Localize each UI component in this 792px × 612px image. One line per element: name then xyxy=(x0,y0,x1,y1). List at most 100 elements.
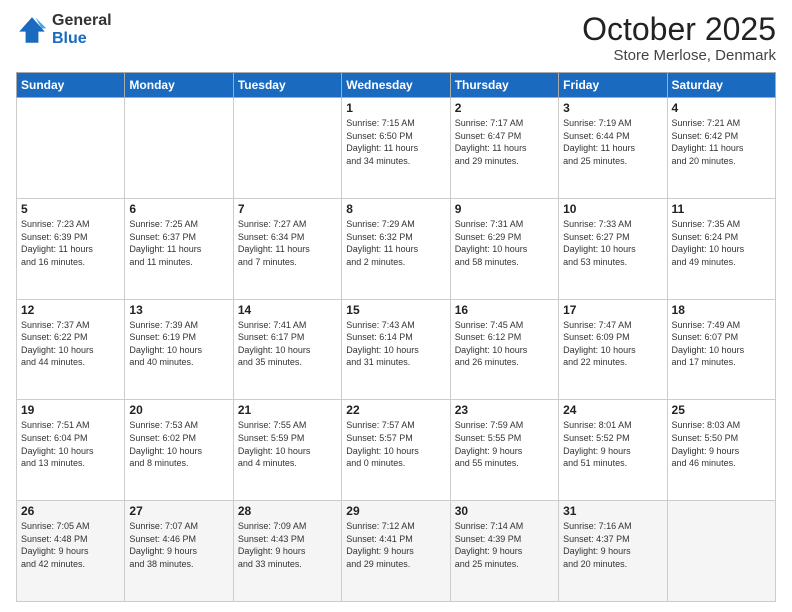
header-monday: Monday xyxy=(125,73,233,98)
day-info: Sunrise: 7:53 AM Sunset: 6:02 PM Dayligh… xyxy=(129,419,228,469)
day-info: Sunrise: 7:39 AM Sunset: 6:19 PM Dayligh… xyxy=(129,319,228,369)
calendar-cell-4-3: 29 Sunrise: 7:12 AM Sunset: 4:41 PM Dayli… xyxy=(342,501,450,602)
header-thursday: Thursday xyxy=(450,73,558,98)
calendar-cell-2-6: 18 Sunrise: 7:49 AM Sunset: 6:07 PM Dayli… xyxy=(667,299,775,400)
day-info: Sunrise: 7:49 AM Sunset: 6:07 PM Dayligh… xyxy=(672,319,771,369)
calendar-cell-1-5: 10 Sunrise: 7:33 AM Sunset: 6:27 PM Dayli… xyxy=(559,198,667,299)
calendar-cell-2-1: 13 Sunrise: 7:39 AM Sunset: 6:19 PM Dayli… xyxy=(125,299,233,400)
day-number: 21 xyxy=(238,403,337,417)
header-friday: Friday xyxy=(559,73,667,98)
calendar-cell-2-4: 16Sunrise: 7:45 AM Sunset: 6:12 PM Dayli… xyxy=(450,299,558,400)
day-info: Sunrise: 7:41 AM Sunset: 6:17 PM Dayligh… xyxy=(238,319,337,369)
calendar-table: Sunday Monday Tuesday Wednesday Thursday… xyxy=(16,72,776,602)
logo: General Blue xyxy=(16,12,112,47)
day-info: Sunrise: 7:23 AM Sunset: 6:39 PM Dayligh… xyxy=(21,218,120,268)
calendar-cell-3-0: 19 Sunrise: 7:51 AM Sunset: 6:04 PM Dayli… xyxy=(17,400,125,501)
day-info: Sunrise: 7:16 AM Sunset: 4:37 PM Dayligh… xyxy=(563,520,662,570)
calendar-cell-3-2: 21 Sunrise: 7:55 AM Sunset: 5:59 PM Dayli… xyxy=(233,400,341,501)
day-number: 17 xyxy=(563,303,662,317)
day-number: 25 xyxy=(672,403,771,417)
day-number: 18 xyxy=(672,303,771,317)
day-number: 7 xyxy=(238,202,337,216)
day-info: Sunrise: 7:29 AM Sunset: 6:32 PM Dayligh… xyxy=(346,218,445,268)
day-number: 28 xyxy=(238,504,337,518)
day-number: 6 xyxy=(129,202,228,216)
calendar-cell-3-4: 23Sunrise: 7:59 AM Sunset: 5:55 PM Dayli… xyxy=(450,400,558,501)
title-location: Store Merlose, Denmark xyxy=(582,47,776,64)
logo-blue: Blue xyxy=(52,30,112,48)
calendar-cell-4-4: 30Sunrise: 7:14 AM Sunset: 4:39 PM Dayli… xyxy=(450,501,558,602)
day-info: Sunrise: 7:07 AM Sunset: 4:46 PM Dayligh… xyxy=(129,520,228,570)
calendar-cell-2-5: 17Sunrise: 7:47 AM Sunset: 6:09 PM Dayli… xyxy=(559,299,667,400)
calendar-cell-0-5: 3 Sunrise: 7:19 AM Sunset: 6:44 PM Daylig… xyxy=(559,98,667,199)
day-number: 15 xyxy=(346,303,445,317)
day-number: 27 xyxy=(129,504,228,518)
calendar-cell-0-3: 1Sunrise: 7:15 AM Sunset: 6:50 PM Daylig… xyxy=(342,98,450,199)
calendar-cell-3-5: 24 Sunrise: 8:01 AM Sunset: 5:52 PM Dayli… xyxy=(559,400,667,501)
day-number: 24 xyxy=(563,403,662,417)
calendar-cell-1-2: 7 Sunrise: 7:27 AM Sunset: 6:34 PM Daylig… xyxy=(233,198,341,299)
day-info: Sunrise: 7:05 AM Sunset: 4:48 PM Dayligh… xyxy=(21,520,120,570)
calendar-cell-0-1 xyxy=(125,98,233,199)
header-sunday: Sunday xyxy=(17,73,125,98)
calendar-cell-3-6: 25Sunrise: 8:03 AM Sunset: 5:50 PM Dayli… xyxy=(667,400,775,501)
day-info: Sunrise: 8:01 AM Sunset: 5:52 PM Dayligh… xyxy=(563,419,662,469)
day-info: Sunrise: 7:25 AM Sunset: 6:37 PM Dayligh… xyxy=(129,218,228,268)
day-number: 12 xyxy=(21,303,120,317)
day-info: Sunrise: 7:33 AM Sunset: 6:27 PM Dayligh… xyxy=(563,218,662,268)
day-number: 8 xyxy=(346,202,445,216)
calendar-cell-1-6: 11Sunrise: 7:35 AM Sunset: 6:24 PM Dayli… xyxy=(667,198,775,299)
day-number: 11 xyxy=(672,202,771,216)
calendar-week-2: 12 Sunrise: 7:37 AM Sunset: 6:22 PM Dayli… xyxy=(17,299,776,400)
logo-icon xyxy=(16,14,48,46)
day-number: 5 xyxy=(21,202,120,216)
calendar-week-0: 1Sunrise: 7:15 AM Sunset: 6:50 PM Daylig… xyxy=(17,98,776,199)
day-number: 19 xyxy=(21,403,120,417)
header-tuesday: Tuesday xyxy=(233,73,341,98)
day-info: Sunrise: 7:51 AM Sunset: 6:04 PM Dayligh… xyxy=(21,419,120,469)
calendar-cell-3-3: 22 Sunrise: 7:57 AM Sunset: 5:57 PM Dayli… xyxy=(342,400,450,501)
day-number: 4 xyxy=(672,101,771,115)
day-number: 22 xyxy=(346,403,445,417)
calendar-cell-4-1: 27 Sunrise: 7:07 AM Sunset: 4:46 PM Dayli… xyxy=(125,501,233,602)
page: General Blue October 2025 Store Merlose,… xyxy=(0,0,792,612)
calendar-week-1: 5 Sunrise: 7:23 AM Sunset: 6:39 PM Daylig… xyxy=(17,198,776,299)
day-info: Sunrise: 7:21 AM Sunset: 6:42 PM Dayligh… xyxy=(672,117,771,167)
day-number: 10 xyxy=(563,202,662,216)
calendar-cell-4-0: 26 Sunrise: 7:05 AM Sunset: 4:48 PM Dayli… xyxy=(17,501,125,602)
day-number: 29 xyxy=(346,504,445,518)
day-info: Sunrise: 7:12 AM Sunset: 4:41 PM Dayligh… xyxy=(346,520,445,570)
title-block: October 2025 Store Merlose, Denmark xyxy=(582,12,776,64)
calendar-cell-4-6 xyxy=(667,501,775,602)
day-info: Sunrise: 7:57 AM Sunset: 5:57 PM Dayligh… xyxy=(346,419,445,469)
day-number: 13 xyxy=(129,303,228,317)
day-number: 30 xyxy=(455,504,554,518)
day-number: 31 xyxy=(563,504,662,518)
calendar-cell-3-1: 20 Sunrise: 7:53 AM Sunset: 6:02 PM Dayli… xyxy=(125,400,233,501)
logo-general: General xyxy=(52,12,112,30)
calendar-cell-2-2: 14Sunrise: 7:41 AM Sunset: 6:17 PM Dayli… xyxy=(233,299,341,400)
day-number: 23 xyxy=(455,403,554,417)
day-number: 2 xyxy=(455,101,554,115)
header-wednesday: Wednesday xyxy=(342,73,450,98)
day-number: 26 xyxy=(21,504,120,518)
day-number: 16 xyxy=(455,303,554,317)
weekday-header-row: Sunday Monday Tuesday Wednesday Thursday… xyxy=(17,73,776,98)
day-info: Sunrise: 7:17 AM Sunset: 6:47 PM Dayligh… xyxy=(455,117,554,167)
calendar-cell-0-6: 4 Sunrise: 7:21 AM Sunset: 6:42 PM Daylig… xyxy=(667,98,775,199)
day-info: Sunrise: 7:19 AM Sunset: 6:44 PM Dayligh… xyxy=(563,117,662,167)
calendar-cell-4-2: 28Sunrise: 7:09 AM Sunset: 4:43 PM Dayli… xyxy=(233,501,341,602)
calendar-cell-1-3: 8 Sunrise: 7:29 AM Sunset: 6:32 PM Daylig… xyxy=(342,198,450,299)
calendar-cell-4-5: 31 Sunrise: 7:16 AM Sunset: 4:37 PM Dayli… xyxy=(559,501,667,602)
day-number: 3 xyxy=(563,101,662,115)
day-number: 20 xyxy=(129,403,228,417)
header: General Blue October 2025 Store Merlose,… xyxy=(16,12,776,64)
title-month: October 2025 xyxy=(582,12,776,47)
day-info: Sunrise: 7:37 AM Sunset: 6:22 PM Dayligh… xyxy=(21,319,120,369)
calendar-cell-1-0: 5 Sunrise: 7:23 AM Sunset: 6:39 PM Daylig… xyxy=(17,198,125,299)
calendar-cell-1-4: 9Sunrise: 7:31 AM Sunset: 6:29 PM Daylig… xyxy=(450,198,558,299)
calendar-cell-2-0: 12 Sunrise: 7:37 AM Sunset: 6:22 PM Dayli… xyxy=(17,299,125,400)
day-info: Sunrise: 7:27 AM Sunset: 6:34 PM Dayligh… xyxy=(238,218,337,268)
day-info: Sunrise: 7:55 AM Sunset: 5:59 PM Dayligh… xyxy=(238,419,337,469)
calendar-cell-0-4: 2 Sunrise: 7:17 AM Sunset: 6:47 PM Daylig… xyxy=(450,98,558,199)
